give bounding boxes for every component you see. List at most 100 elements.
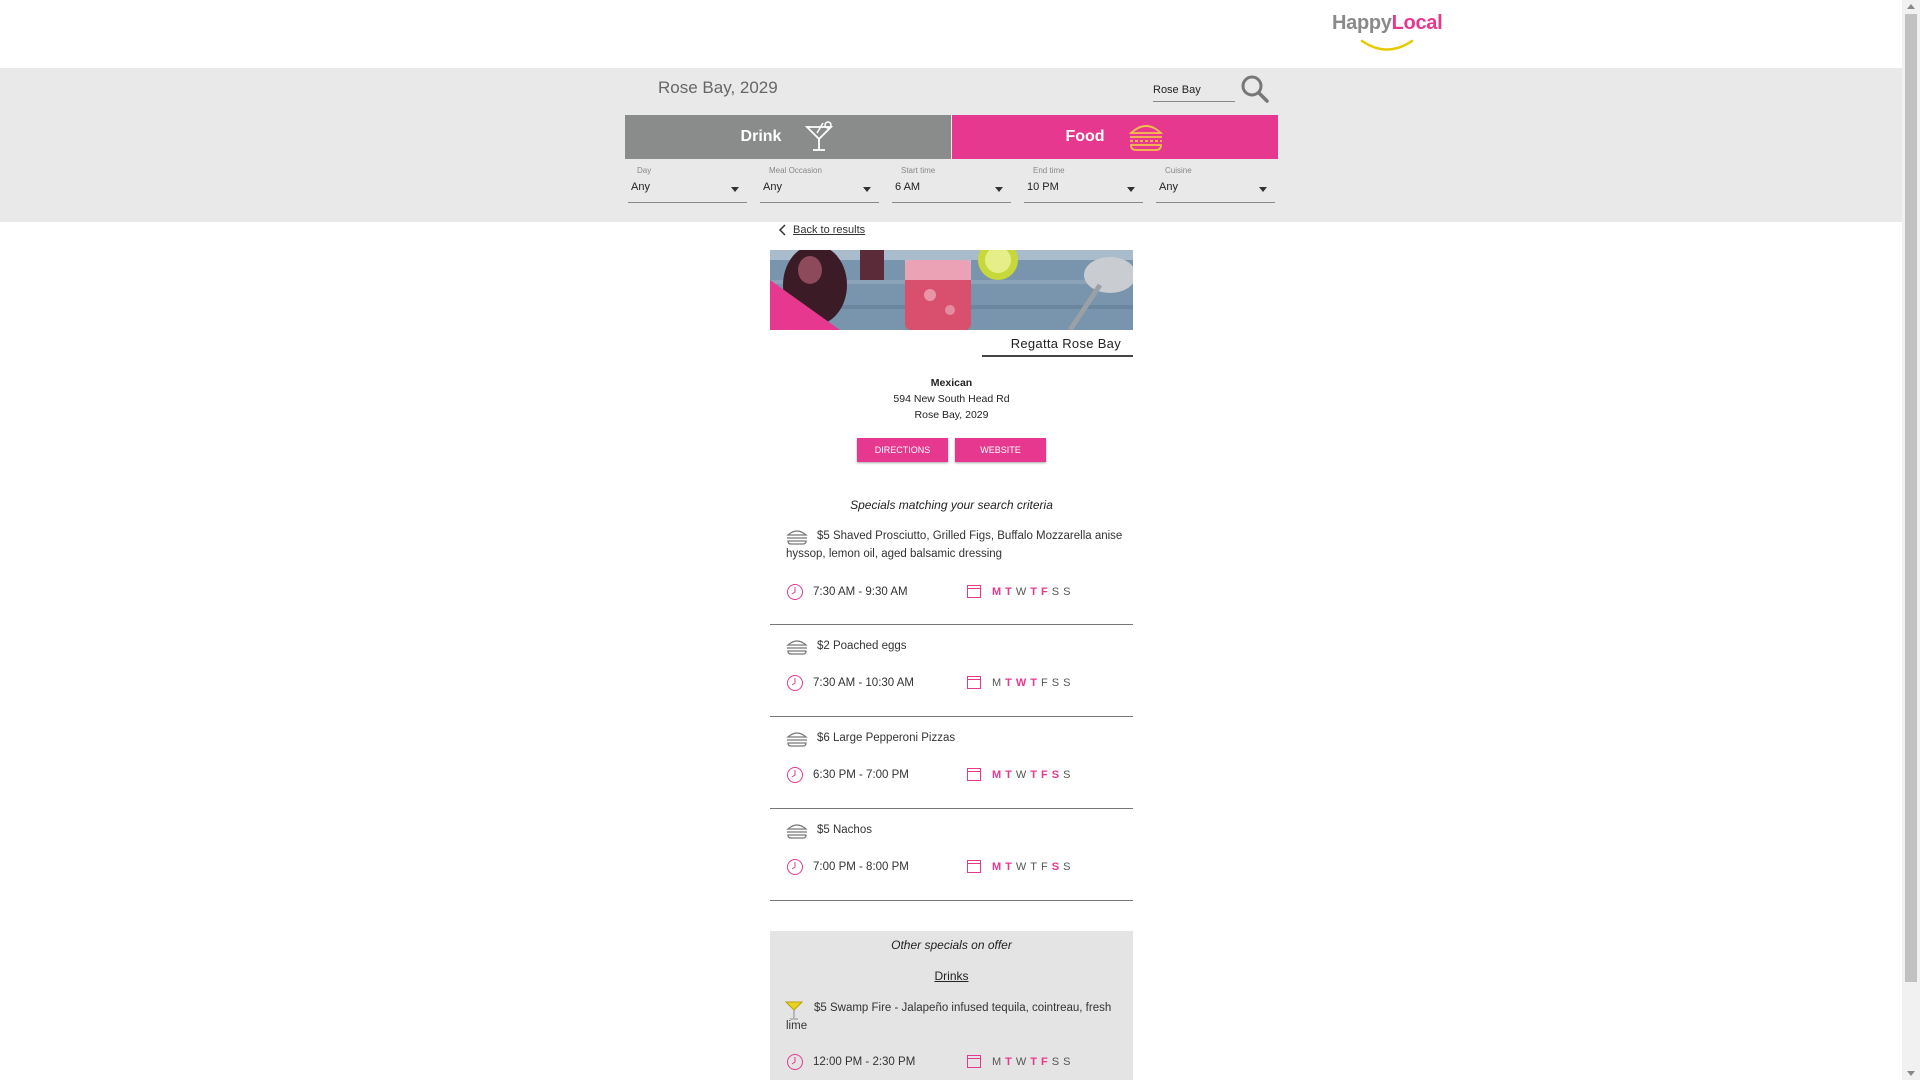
calendar-icon	[967, 860, 981, 873]
day-letter: T	[1030, 861, 1038, 873]
special-time: 6:30 PM - 7:00 PM	[813, 769, 909, 781]
day-letter: W	[1015, 1056, 1027, 1068]
clock-icon	[787, 767, 803, 783]
filter-meal-occasion[interactable]: Meal Occasion Any	[760, 166, 879, 206]
venue-address-line1: 594 New South Head Rd	[893, 393, 1010, 405]
divider	[770, 900, 1133, 901]
special-time: 7:30 AM - 10:30 AM	[813, 677, 915, 689]
venue-name: Regatta Rose Bay	[982, 333, 1133, 357]
special-item: $5 Shaved Prosciutto, Grilled Figs, Buff…	[770, 527, 1133, 624]
day-letter: M	[992, 861, 1002, 873]
day-letter: S	[1051, 1056, 1060, 1068]
day-letter: T	[1005, 769, 1012, 781]
back-to-results-link[interactable]: Back to results	[778, 224, 865, 236]
day-letter: T	[1030, 586, 1038, 598]
day-letter: S	[1051, 769, 1060, 781]
special-item: $6 Large Pepperoni Pizzas 6:30 PM - 7:00…	[770, 729, 1133, 809]
special-item: $2 Poached eggs 7:30 AM - 10:30 AM MTWTF…	[770, 637, 1133, 717]
special-days: MTWTFSS	[992, 586, 1070, 598]
day-letter: W	[1015, 677, 1027, 689]
dropdown-caret-icon	[863, 187, 871, 192]
page-scrollbar[interactable]	[1902, 0, 1920, 1080]
special-description: $5 Nachos	[817, 824, 872, 836]
day-letter: M	[992, 586, 1002, 598]
clock-icon	[787, 859, 803, 875]
day-letter: T	[1005, 677, 1012, 689]
calendar-icon	[967, 768, 981, 781]
dropdown-caret-icon	[1127, 187, 1135, 192]
special-days: MTWTFSS	[992, 769, 1070, 781]
day-letter: M	[992, 1056, 1002, 1068]
matching-specials-title: Specials matching your search criteria	[850, 498, 1053, 512]
search-icon[interactable]	[1240, 74, 1270, 104]
day-letter: F	[1041, 586, 1048, 598]
divider	[770, 624, 1133, 625]
burger-icon	[1128, 125, 1163, 151]
divider	[770, 808, 1133, 809]
special-time: 12:00 PM - 2:30 PM	[813, 1056, 916, 1068]
smile-icon	[1360, 39, 1414, 51]
tab-food-label: Food	[1065, 128, 1105, 145]
day-letter: S	[1063, 677, 1071, 689]
chevron-left-icon	[778, 224, 786, 236]
day-letter: F	[1041, 769, 1048, 781]
scroll-up-arrow-icon[interactable]	[1907, 4, 1915, 9]
happylocal-logo[interactable]: HappyLocal	[1332, 12, 1444, 52]
other-specials-panel: Other specials on offer Drinks $5 Swamp …	[770, 931, 1133, 1080]
calendar-icon	[967, 676, 981, 689]
day-letter: T	[1005, 861, 1012, 873]
day-letter: S	[1051, 677, 1060, 689]
cocktail-icon	[805, 121, 834, 151]
special-item: $5 Swamp Fire - Jalapeño infused tequila…	[770, 999, 1133, 1080]
search-panel: Rose Bay, 2029 Drink Food Day Any Meal O…	[0, 68, 1902, 222]
tab-drink-label: Drink	[740, 128, 782, 145]
clock-icon	[787, 675, 803, 691]
day-letter: S	[1063, 861, 1071, 873]
venue-cuisine: Mexican	[930, 377, 973, 389]
directions-button[interactable]: DIRECTIONS	[857, 438, 948, 462]
drinks-heading: Drinks	[934, 969, 969, 983]
filter-cuisine[interactable]: Cuisine Any	[1156, 166, 1275, 206]
day-letter: S	[1051, 586, 1060, 598]
scroll-down-arrow-icon[interactable]	[1907, 1071, 1915, 1076]
scrollbar-thumb[interactable]	[1905, 14, 1917, 982]
day-letter: M	[992, 677, 1002, 689]
day-letter: T	[1005, 1056, 1012, 1068]
day-letter: S	[1063, 769, 1071, 781]
day-letter: T	[1030, 769, 1038, 781]
location-title: Rose Bay, 2029	[658, 78, 778, 97]
special-days: MTWTFSS	[992, 861, 1070, 873]
day-letter: S	[1063, 586, 1071, 598]
day-letter: W	[1015, 769, 1027, 781]
special-description: $2 Poached eggs	[817, 640, 907, 652]
clock-icon	[787, 1054, 803, 1070]
calendar-icon	[967, 585, 981, 598]
website-button[interactable]: WEBSITE	[955, 438, 1046, 462]
clock-icon	[787, 584, 803, 600]
day-letter: M	[992, 769, 1002, 781]
special-days: MTWTFSS	[992, 1056, 1070, 1068]
tab-food[interactable]: Food	[952, 115, 1278, 159]
day-letter: F	[1041, 677, 1048, 689]
venue-address-line2: Rose Bay, 2029	[914, 409, 989, 421]
day-letter: S	[1051, 861, 1060, 873]
special-time: 7:00 PM - 8:00 PM	[813, 861, 909, 873]
day-letter: S	[1063, 1056, 1071, 1068]
filter-day[interactable]: Day Any	[628, 166, 747, 206]
day-letter: T	[1030, 677, 1038, 689]
day-letter: F	[1041, 1056, 1048, 1068]
special-days: MTWTFSS	[992, 677, 1070, 689]
special-description: $5 Swamp Fire - Jalapeño infused tequila…	[786, 1002, 1112, 1032]
filter-end-time[interactable]: End time 10 PM	[1024, 166, 1143, 206]
venue-hero-image	[770, 250, 1133, 330]
tab-drink[interactable]: Drink	[625, 115, 951, 159]
divider	[770, 716, 1133, 717]
day-letter: F	[1041, 861, 1048, 873]
special-description: $6 Large Pepperoni Pizzas	[817, 732, 956, 744]
search-input[interactable]	[1153, 78, 1235, 102]
day-letter: T	[1005, 586, 1012, 598]
dropdown-caret-icon	[1259, 187, 1267, 192]
dropdown-caret-icon	[731, 187, 739, 192]
day-letter: W	[1015, 861, 1027, 873]
filter-start-time[interactable]: Start time 6 AM	[892, 166, 1011, 206]
